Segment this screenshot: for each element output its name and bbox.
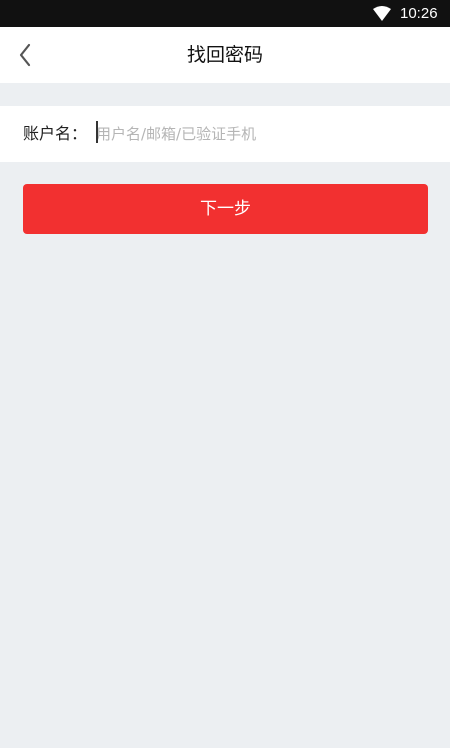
nav-bar: 找回密码 [0, 27, 450, 83]
next-button[interactable]: 下一步 [23, 184, 428, 234]
find-password-screen: 10:26 找回密码 账户名： 下一步 [0, 0, 450, 748]
status-time: 10:26 [400, 5, 438, 22]
status-bar: 10:26 [0, 0, 450, 27]
account-label: 账户名： [23, 124, 88, 143]
wifi-icon [373, 6, 391, 22]
account-input[interactable] [96, 120, 426, 148]
text-cursor [96, 121, 98, 143]
account-row: 账户名： [0, 106, 450, 162]
page-title: 找回密码 [186, 44, 263, 66]
